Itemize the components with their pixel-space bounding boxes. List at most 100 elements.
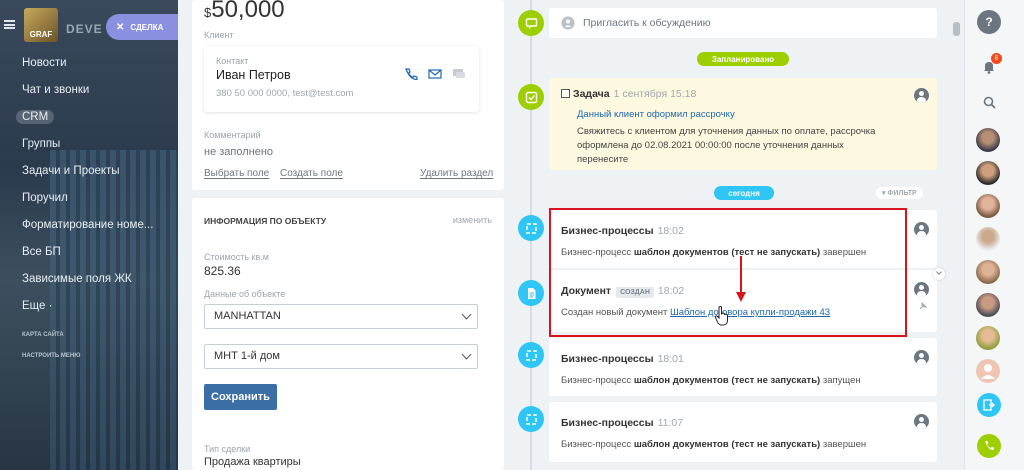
task-description: Свяжитесь с клиентом для уточнения данны… bbox=[577, 125, 875, 167]
sidebar-item-formatting[interactable]: Форматирование номе... bbox=[0, 214, 178, 241]
comment-label: Комментарий bbox=[204, 130, 261, 140]
task-link[interactable]: Данный клиент оформил рассрочку bbox=[577, 109, 735, 120]
open-lines-icon[interactable] bbox=[977, 393, 1001, 417]
deal-chip-label: СДЕЛКА bbox=[130, 22, 164, 32]
object-select-house[interactable]: МНТ 1-й дом bbox=[204, 344, 478, 369]
avatar[interactable] bbox=[976, 227, 1000, 251]
filter-label: ФИЛЬТР bbox=[887, 190, 917, 197]
avatar[interactable] bbox=[976, 326, 1000, 350]
help-icon[interactable]: ? bbox=[977, 10, 1001, 34]
item-body: Бизнес-процесс шаблон документов (тест н… bbox=[561, 375, 861, 386]
item-body-prefix: Бизнес-процесс bbox=[561, 439, 632, 450]
item-body-prefix: Бизнес-процесс bbox=[561, 375, 632, 386]
delete-section-link[interactable]: Удалить раздел bbox=[420, 168, 493, 179]
item-title-row: Бизнес-процессы 11:07 bbox=[561, 417, 683, 429]
today-pill: сегодня bbox=[714, 186, 774, 200]
scrollbar-thumb[interactable] bbox=[953, 22, 960, 36]
create-field-link[interactable]: Создать поле bbox=[280, 168, 343, 179]
search-icon[interactable] bbox=[977, 90, 1001, 114]
filter-button[interactable]: ▾ ФИЛЬТР bbox=[876, 187, 923, 199]
invite-discussion-box[interactable]: Пригласить к обсуждению bbox=[549, 8, 937, 38]
sitemap-link[interactable]: КАРТА САЙТА bbox=[0, 328, 178, 349]
item-title-row: Бизнес-процессы 18:01 bbox=[561, 353, 684, 365]
deal-price: $50,000 bbox=[204, 0, 285, 24]
hand-cursor-icon bbox=[714, 306, 728, 326]
object-data-label: Данные об объекте bbox=[204, 289, 286, 299]
deal-type-value: Продажа квартиры bbox=[204, 456, 301, 468]
sidebar-item-crm[interactable]: CRM bbox=[0, 106, 178, 133]
timeline-item[interactable]: Бизнес-процессы 18:01 Бизнес-процесс шабл… bbox=[549, 338, 937, 396]
close-icon[interactable]: ✕ bbox=[116, 22, 124, 33]
responsible-avatar-icon[interactable] bbox=[914, 88, 929, 103]
avatar[interactable] bbox=[976, 293, 1000, 317]
sidebar-item-dependent-fields[interactable]: Зависимые поля ЖК bbox=[0, 268, 178, 295]
save-button[interactable]: Сохранить bbox=[204, 384, 277, 410]
menu-icon[interactable] bbox=[4, 20, 15, 29]
avatar[interactable] bbox=[976, 161, 1000, 185]
section-title: ИНФОРМАЦИЯ ПО ОБЪЕКТУ bbox=[204, 216, 327, 226]
avatar[interactable] bbox=[976, 128, 1000, 152]
phone-call-icon[interactable] bbox=[977, 434, 1001, 458]
deal-close-chip[interactable]: ✕ СДЕЛКА bbox=[106, 14, 178, 40]
object-info-card: ИНФОРМАЦИЯ ПО ОБЪЕКТУ изменить Стоимость… bbox=[192, 198, 504, 470]
collapse-chevron-icon[interactable] bbox=[933, 268, 945, 280]
sidebar-item-tasks[interactable]: Задачи и Проекты bbox=[0, 160, 178, 187]
cost-label: Стоимость кв.м bbox=[204, 252, 269, 262]
select-value: MANHATTAN bbox=[214, 310, 281, 322]
sidebar-item-all-bp[interactable]: Все БП bbox=[0, 241, 178, 268]
task-card[interactable]: Задача 1 сентября 15:18 Данный клиент офо… bbox=[549, 78, 937, 170]
company-logo[interactable]: GRAF bbox=[24, 8, 58, 42]
contact-label: Контакт bbox=[216, 56, 249, 66]
timeline-scrollbar[interactable] bbox=[950, 0, 964, 470]
sidebar-nav: Новости Чат и звонки CRM Группы Задачи и… bbox=[0, 52, 178, 370]
avatar[interactable] bbox=[976, 359, 1000, 383]
contact-card[interactable]: Контакт Иван Петров 380 50 000 0000, tes… bbox=[204, 46, 479, 112]
timeline-item[interactable]: Бизнес-процессы 11:07 Бизнес-процесс шабл… bbox=[549, 402, 937, 462]
select-field-link[interactable]: Выбрать поле bbox=[204, 168, 269, 179]
brand-text: DEVE bbox=[66, 22, 103, 36]
business-process-icon bbox=[518, 342, 544, 368]
client-label: Клиент bbox=[204, 30, 234, 40]
section-edit-link[interactable]: изменить bbox=[453, 215, 492, 225]
mail-icon[interactable] bbox=[428, 68, 442, 80]
bell-icon[interactable]: 8 bbox=[977, 53, 1002, 79]
author-avatar-icon[interactable] bbox=[914, 414, 929, 429]
add-user-icon bbox=[561, 16, 575, 30]
comment-value: не заполнено bbox=[204, 146, 274, 158]
cost-value: 825.36 bbox=[204, 264, 241, 278]
item-body-suffix: запущен bbox=[822, 375, 861, 386]
configure-menu-link[interactable]: НАСТРОИТЬ МЕНЮ bbox=[0, 349, 178, 370]
pin-icon[interactable] bbox=[919, 302, 927, 310]
sidebar-item-groups[interactable]: Группы bbox=[0, 133, 178, 160]
task-checkbox[interactable] bbox=[561, 89, 570, 98]
sidebar-item-more[interactable]: Еще · bbox=[0, 295, 178, 322]
sidebar-item-chat[interactable]: Чат и звонки bbox=[0, 79, 178, 106]
invite-text: Пригласить к обсуждению bbox=[583, 17, 711, 29]
sidebar-item-label: CRM bbox=[16, 110, 55, 124]
right-rail: ? 8 bbox=[964, 0, 1024, 470]
chevron-down-icon bbox=[461, 349, 472, 360]
author-avatar-icon[interactable] bbox=[914, 282, 929, 297]
activity-timeline: Пригласить к обсуждению Запланировано За… bbox=[506, 0, 950, 470]
task-title-row: Задача 1 сентября 15:18 bbox=[573, 88, 696, 100]
author-avatar-icon[interactable] bbox=[914, 222, 929, 237]
avatar[interactable] bbox=[976, 260, 1000, 284]
contact-name[interactable]: Иван Петров bbox=[216, 68, 291, 82]
object-select-building[interactable]: MANHATTAN bbox=[204, 304, 478, 329]
item-time: 11:07 bbox=[657, 417, 684, 429]
sidebar-item-assigned[interactable]: Поручил bbox=[0, 187, 178, 214]
chat-icon[interactable] bbox=[452, 68, 466, 80]
item-body-process: шаблон документов (тест не запускать) bbox=[633, 375, 821, 386]
sidebar-item-news[interactable]: Новости bbox=[0, 52, 178, 79]
price-value: 50,000 bbox=[211, 0, 285, 23]
task-body-line: Свяжитесь с клиентом для уточнения данны… bbox=[577, 126, 876, 137]
avatar[interactable] bbox=[976, 194, 1000, 218]
phone-icon[interactable] bbox=[404, 68, 418, 80]
task-body-line: перенесите bbox=[577, 154, 629, 165]
contact-meta: 380 50 000 0000, test@test.com bbox=[216, 88, 354, 99]
select-value: МНТ 1-й дом bbox=[214, 350, 280, 362]
task-title: Задача bbox=[573, 88, 610, 100]
author-avatar-icon[interactable] bbox=[914, 350, 929, 365]
item-time: 18:01 bbox=[657, 353, 684, 365]
arrow-annotation-icon bbox=[736, 256, 746, 302]
